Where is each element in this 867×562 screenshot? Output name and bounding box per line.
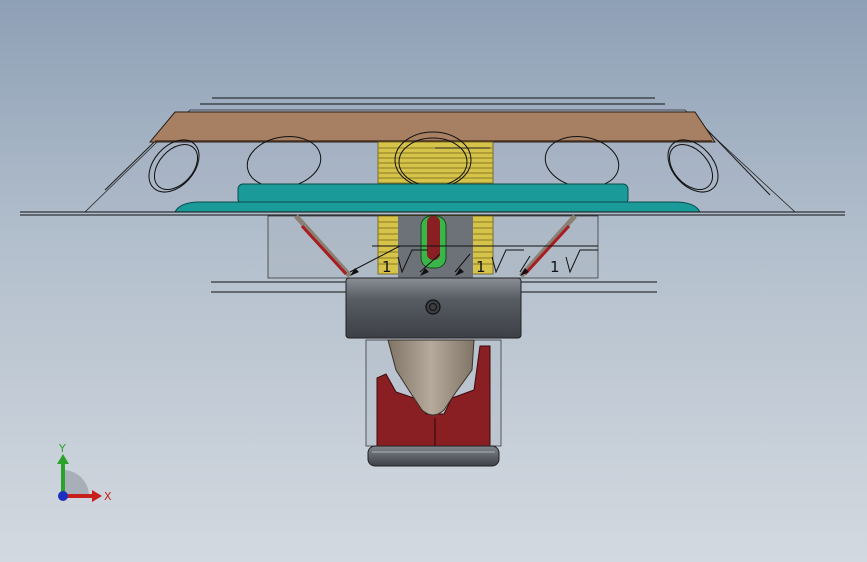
frame-plate-upper[interactable] — [237, 183, 629, 205]
cad-viewport[interactable]: 1 1 1 Y X — [0, 0, 867, 562]
y-axis-arrow — [57, 454, 69, 464]
body-port-hole[interactable] — [425, 299, 441, 315]
triad-base-arc — [63, 470, 89, 496]
svg-text:1: 1 — [550, 258, 560, 276]
bottom-cap[interactable] — [367, 445, 500, 467]
y-axis-label: Y — [58, 442, 66, 455]
svg-text:1: 1 — [382, 258, 392, 276]
x-axis-label: X — [104, 490, 112, 503]
sprinkler-model[interactable]: 1 1 1 — [0, 0, 867, 562]
x-axis-arrow — [92, 490, 102, 502]
svg-text:1: 1 — [476, 258, 486, 276]
z-axis-dot — [58, 491, 68, 501]
frame-plate-lower[interactable] — [174, 201, 701, 213]
bore-core — [427, 216, 440, 260]
deflector-band[interactable] — [148, 111, 716, 143]
coordinate-triad[interactable]: Y X — [40, 438, 120, 512]
